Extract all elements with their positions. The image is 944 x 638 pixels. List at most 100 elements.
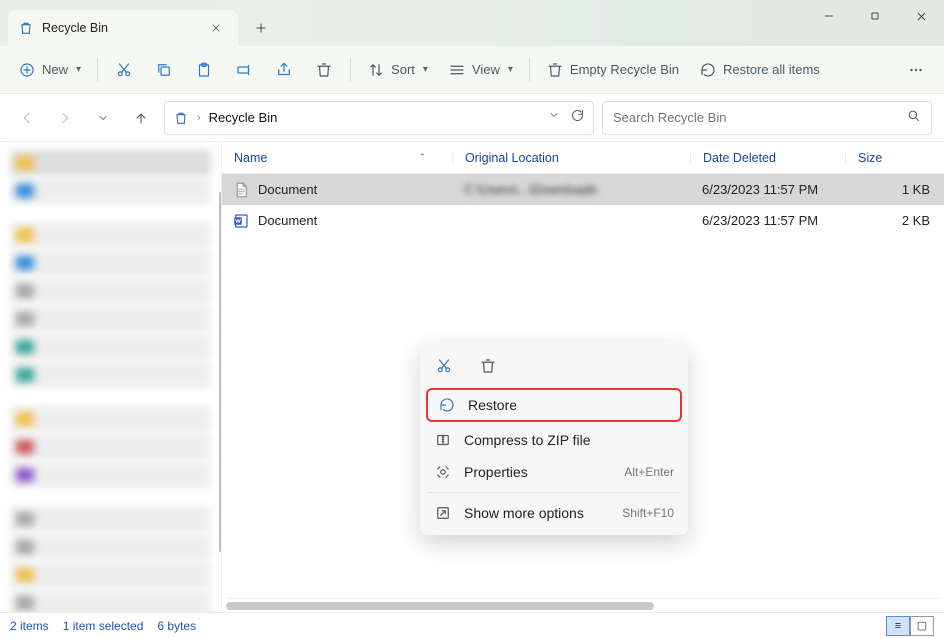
icons-view-button[interactable]: ▢ <box>910 616 934 636</box>
show-more-icon <box>434 504 452 522</box>
status-bar: 2 items 1 item selected 6 bytes ≡ ▢ <box>0 612 944 638</box>
restore-icon <box>438 396 456 414</box>
sidebar-item[interactable] <box>10 534 211 560</box>
tab-close-button[interactable] <box>204 16 228 40</box>
new-tab-button[interactable] <box>244 11 278 45</box>
column-original-location[interactable]: Original Location <box>452 151 690 165</box>
file-size: 1 KB <box>845 182 944 197</box>
sidebar-item[interactable] <box>10 150 211 176</box>
search-box[interactable] <box>602 101 932 135</box>
main-area: Name ⌃ Original Location Date Deleted Si… <box>0 142 944 612</box>
tab-title: Recycle Bin <box>42 21 204 35</box>
context-cut-button[interactable] <box>430 352 458 380</box>
sidebar-item[interactable] <box>10 434 211 460</box>
sidebar-item[interactable] <box>10 278 211 304</box>
empty-recycle-bin-button[interactable]: Empty Recycle Bin <box>538 53 687 87</box>
separator <box>97 58 98 82</box>
context-more-shortcut: Shift+F10 <box>622 506 674 520</box>
separator <box>350 58 351 82</box>
share-button[interactable] <box>266 53 302 87</box>
up-button[interactable] <box>126 103 156 133</box>
sidebar-item[interactable] <box>10 334 211 360</box>
sidebar-item[interactable] <box>10 306 211 332</box>
column-date-deleted[interactable]: Date Deleted <box>690 151 845 165</box>
file-size: 2 KB <box>845 213 944 228</box>
search-icon <box>906 108 921 128</box>
titlebar: Recycle Bin <box>0 0 944 46</box>
close-window-button[interactable] <box>898 0 944 32</box>
sidebar-item[interactable] <box>10 506 211 532</box>
paste-button[interactable] <box>186 53 222 87</box>
delete-button[interactable] <box>306 53 342 87</box>
sidebar-item[interactable] <box>10 222 211 248</box>
word-file-icon <box>232 212 250 230</box>
horizontal-scrollbar[interactable] <box>226 598 940 612</box>
scrollbar-thumb[interactable] <box>226 602 654 610</box>
new-button[interactable]: New ▾ <box>10 53 89 87</box>
status-selection: 1 item selected <box>63 619 144 633</box>
rename-button[interactable] <box>226 53 262 87</box>
forward-button[interactable] <box>50 103 80 133</box>
context-quick-actions <box>420 348 688 386</box>
sort-ascending-icon: ⌃ <box>418 152 426 163</box>
context-menu: Restore Compress to ZIP file Properties … <box>420 342 688 535</box>
navigation-pane[interactable] <box>0 142 222 612</box>
more-button[interactable] <box>898 53 934 87</box>
recycle-bin-icon <box>173 110 189 126</box>
file-name: Document <box>258 213 317 228</box>
sidebar-item[interactable] <box>10 178 211 204</box>
context-restore-label: Restore <box>468 397 517 413</box>
sort-button[interactable]: Sort ▾ <box>359 53 436 87</box>
refresh-button[interactable] <box>570 108 585 128</box>
details-view-button[interactable]: ≡ <box>886 616 910 636</box>
view-button[interactable]: View ▾ <box>440 53 521 87</box>
address-bar[interactable]: › Recycle Bin <box>164 101 594 135</box>
file-row[interactable]: Document C:\Users\...\Downloads 6/23/202… <box>222 174 944 205</box>
toolbar: New ▾ Sort ▾ View ▾ Empty Recycle Bin Re… <box>0 46 944 94</box>
search-input[interactable] <box>613 110 906 125</box>
sidebar-item[interactable] <box>10 406 211 432</box>
file-original-location: C:\Users\...\Downloads <box>452 213 690 228</box>
sidebar-item[interactable] <box>10 462 211 488</box>
column-name[interactable]: Name ⌃ <box>222 151 452 165</box>
restore-all-label: Restore all items <box>723 62 820 77</box>
sidebar-item[interactable] <box>10 590 211 612</box>
tab-recycle-bin[interactable]: Recycle Bin <box>8 10 238 46</box>
properties-icon <box>434 463 452 481</box>
file-date: 6/23/2023 11:57 PM <box>690 213 845 228</box>
copy-button[interactable] <box>146 53 182 87</box>
address-dropdown-button[interactable] <box>548 108 560 128</box>
context-properties-shortcut: Alt+Enter <box>624 465 674 479</box>
address-text: Recycle Bin <box>209 110 540 125</box>
chevron-down-icon: ▾ <box>423 64 428 75</box>
context-restore[interactable]: Restore <box>426 388 682 422</box>
column-headers: Name ⌃ Original Location Date Deleted Si… <box>222 142 944 174</box>
file-name: Document <box>258 182 317 197</box>
view-label: View <box>472 62 500 77</box>
back-button[interactable] <box>12 103 42 133</box>
sidebar-item[interactable] <box>10 362 211 388</box>
sort-label: Sort <box>391 62 415 77</box>
status-item-count: 2 items <box>10 619 49 633</box>
column-name-label: Name <box>234 151 267 165</box>
context-more-label: Show more options <box>464 505 584 521</box>
maximize-button[interactable] <box>852 0 898 32</box>
context-delete-button[interactable] <box>474 352 502 380</box>
context-compress[interactable]: Compress to ZIP file <box>420 424 688 456</box>
sidebar-item[interactable] <box>10 562 211 588</box>
column-size[interactable]: Size <box>845 151 944 165</box>
navigation-bar: › Recycle Bin <box>0 94 944 142</box>
file-row[interactable]: Document C:\Users\...\Downloads 6/23/202… <box>222 205 944 236</box>
restore-all-button[interactable]: Restore all items <box>691 53 828 87</box>
window-controls <box>806 0 944 32</box>
recent-locations-button[interactable] <box>88 103 118 133</box>
cut-button[interactable] <box>106 53 142 87</box>
context-show-more[interactable]: Show more options Shift+F10 <box>420 497 688 529</box>
file-date: 6/23/2023 11:57 PM <box>690 182 845 197</box>
view-mode-buttons: ≡ ▢ <box>886 616 934 636</box>
minimize-button[interactable] <box>806 0 852 32</box>
context-properties[interactable]: Properties Alt+Enter <box>420 456 688 488</box>
context-properties-label: Properties <box>464 464 528 480</box>
zip-icon <box>434 431 452 449</box>
sidebar-item[interactable] <box>10 250 211 276</box>
